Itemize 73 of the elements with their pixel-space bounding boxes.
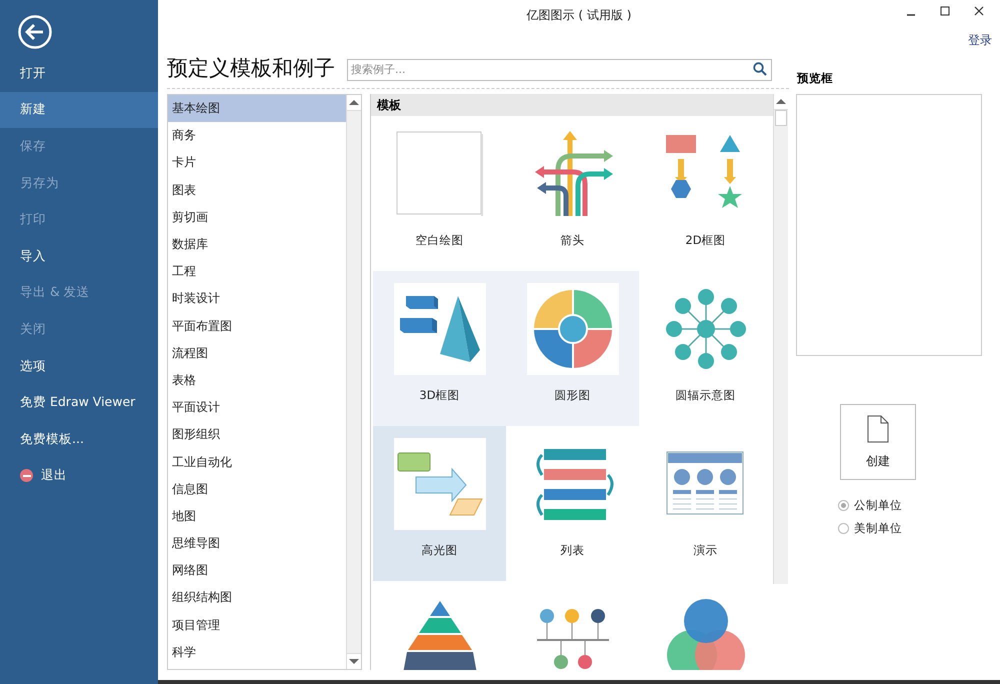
template-label: 箭头: [560, 233, 584, 248]
template-label: 列表: [560, 543, 584, 558]
template-tile[interactable]: 列表: [506, 426, 639, 581]
section-header: 模板: [371, 94, 773, 116]
template-tile[interactable]: 圆辐示意图: [639, 271, 772, 426]
category-item[interactable]: 平面设计: [168, 394, 346, 422]
template-tile[interactable]: 空白绘图: [373, 116, 506, 271]
template-label: 高光图: [422, 543, 458, 558]
scrollbar[interactable]: [773, 94, 788, 584]
template-label: 演示: [694, 543, 718, 558]
radio-button[interactable]: [838, 523, 849, 534]
down-arrow-icon: [349, 659, 359, 664]
menu-item[interactable]: 免费模板...: [0, 420, 158, 458]
category-item[interactable]: 卡片: [168, 149, 346, 177]
template-tile[interactable]: 演示: [639, 426, 772, 581]
category-item[interactable]: 时装设计: [168, 285, 346, 312]
category-item[interactable]: 网络图: [168, 557, 346, 584]
scroll-up-button[interactable]: [347, 95, 361, 111]
radio-label: 美制单位: [854, 521, 902, 536]
template-tile[interactable]: 箭头: [506, 116, 639, 271]
category-item[interactable]: 剪切画: [168, 204, 346, 231]
category-item[interactable]: 流程图: [168, 340, 346, 367]
login-link[interactable]: 登录: [968, 32, 992, 49]
menu-item-label: 退出: [41, 467, 67, 484]
category-item[interactable]: 表格: [168, 366, 346, 394]
category-item[interactable]: 图形组织: [168, 421, 346, 448]
category-item[interactable]: 基本绘图: [168, 95, 346, 122]
template-tile[interactable]: 高光图: [373, 426, 506, 581]
create-button[interactable]: 创建: [840, 404, 916, 480]
preview-label: 预览框: [797, 71, 834, 86]
menu-item[interactable]: 免费 Edraw Viewer: [0, 384, 158, 421]
menu-item[interactable]: 新建: [0, 92, 158, 128]
category-item[interactable]: 数据库: [168, 230, 346, 258]
up-arrow-icon: [776, 99, 786, 104]
radio-label: 公制单位: [854, 498, 902, 513]
window-title: 亿图图示 ( 试用版 ): [526, 6, 632, 24]
template-label: 圆形图: [554, 388, 590, 403]
close-icon: [974, 6, 984, 16]
radio-button[interactable]: [838, 500, 849, 511]
search-field[interactable]: 搜索例子...: [347, 58, 772, 80]
search-icon[interactable]: [753, 62, 767, 76]
template-label: 空白绘图: [416, 233, 464, 248]
template-label: 圆辐示意图: [676, 388, 736, 403]
no-entry-icon: [20, 469, 33, 482]
menu-item[interactable]: 导入: [0, 238, 158, 275]
scroll-down-button[interactable]: [347, 653, 361, 669]
page-heading: 预定义模板和例子: [167, 56, 335, 80]
category-item[interactable]: 地图: [168, 502, 346, 530]
category-item[interactable]: 工程: [168, 258, 346, 286]
up-arrow-icon: [349, 100, 359, 105]
maximize-icon: [940, 6, 950, 16]
category-item[interactable]: 工业自动化: [168, 448, 346, 476]
scrollbar[interactable]: [346, 95, 361, 669]
menu-item[interactable]: 选项: [0, 348, 158, 384]
category-item[interactable]: 商务: [168, 122, 346, 150]
scrollbar-thumb[interactable]: [775, 110, 787, 126]
minimize-icon: [906, 14, 916, 16]
category-item[interactable]: 科学: [168, 638, 346, 666]
back-icon[interactable]: [18, 15, 52, 49]
category-item[interactable]: 组织结构图: [168, 584, 346, 612]
category-item[interactable]: 平面布置图: [168, 312, 346, 340]
template-label: 2D框图: [685, 233, 726, 248]
category-item[interactable]: 思维导图: [168, 530, 346, 558]
template-label: 3D框图: [419, 388, 460, 403]
category-item[interactable]: 信息图: [168, 476, 346, 503]
template-tile[interactable]: 圆形图: [506, 271, 639, 426]
category-item[interactable]: 图表: [168, 176, 346, 204]
menu-item[interactable]: 退出: [0, 458, 158, 494]
menu-item[interactable]: 打开: [0, 55, 158, 92]
template-tile[interactable]: 2D框图: [639, 116, 772, 271]
category-item[interactable]: 项目管理: [168, 612, 346, 639]
document-icon: [867, 414, 889, 442]
template-tile[interactable]: 3D框图: [373, 271, 506, 426]
